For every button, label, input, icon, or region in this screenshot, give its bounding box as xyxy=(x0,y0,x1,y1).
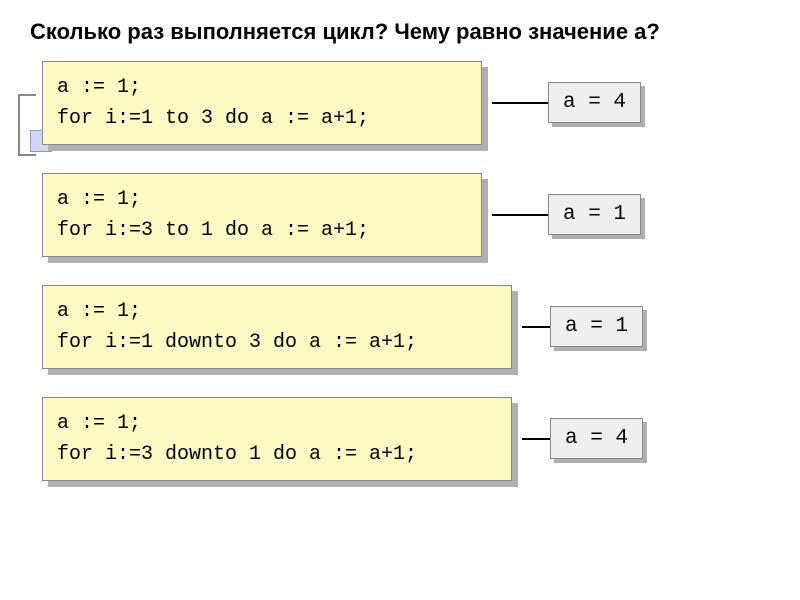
answer-container: a = 1 xyxy=(550,306,643,347)
answer-block: a = 1 xyxy=(550,306,643,347)
answer-block: a = 4 xyxy=(550,418,643,459)
connector-line xyxy=(522,438,550,440)
example-row: a := 1; for i:=3 to 1 do a := a+1; a = 1 xyxy=(30,173,770,257)
code-block: a := 1; for i:=3 downto 1 do a := a+1; xyxy=(42,397,512,481)
example-row: a := 1; for i:=1 to 3 do a := a+1; a = 4 xyxy=(30,61,770,145)
answer-container: a = 4 xyxy=(550,418,643,459)
code-block: a := 1; for i:=1 downto 3 do a := a+1; xyxy=(42,285,512,369)
example-row: a := 1; for i:=1 downto 3 do a := a+1; a… xyxy=(30,285,770,369)
code-block: a := 1; for i:=1 to 3 do a := a+1; xyxy=(42,61,482,145)
answer-container: a = 1 xyxy=(548,194,641,235)
answer-block: a = 1 xyxy=(548,194,641,235)
code-container: a := 1; for i:=1 downto 3 do a := a+1; xyxy=(42,285,512,369)
code-block: a := 1; for i:=3 to 1 do a := a+1; xyxy=(42,173,482,257)
answer-container: a = 4 xyxy=(548,82,641,123)
code-container: a := 1; for i:=3 downto 1 do a := a+1; xyxy=(42,397,512,481)
connector-line xyxy=(492,214,548,216)
example-row: a := 1; for i:=3 downto 1 do a := a+1; a… xyxy=(30,397,770,481)
code-container: a := 1; for i:=1 to 3 do a := a+1; xyxy=(42,61,482,145)
code-container: a := 1; for i:=3 to 1 do a := a+1; xyxy=(42,173,482,257)
question-text: Сколько раз выполняется цикл? Чему равно… xyxy=(30,18,770,47)
answer-block: a = 4 xyxy=(548,82,641,123)
connector-line xyxy=(492,102,548,104)
connector-line xyxy=(522,326,550,328)
